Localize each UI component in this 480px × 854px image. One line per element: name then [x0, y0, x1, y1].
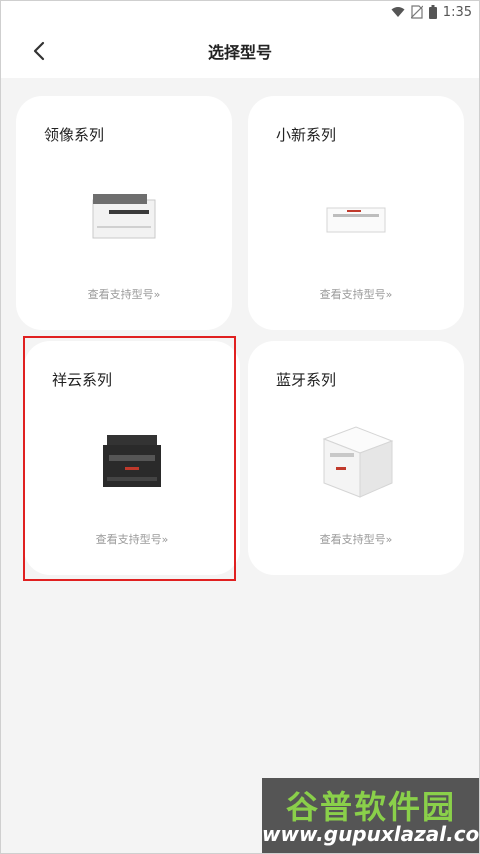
watermark-url: www.gupuxlazal.com [262, 822, 480, 846]
status-bar: 1:35 [0, 0, 480, 24]
series-card-bluetooth[interactable]: 蓝牙系列 查看支持型号» [248, 341, 464, 575]
series-card-lingxiang[interactable]: 领像系列 查看支持型号» [16, 96, 232, 330]
watermark: 谷普软件园 www.gupuxlazal.com [262, 778, 480, 854]
series-name: 祥云系列 [52, 371, 113, 389]
printer-image [322, 426, 394, 498]
series-name: 领像系列 [44, 126, 105, 144]
printer-image [326, 207, 386, 233]
status-time: 1:35 [442, 4, 472, 20]
page-title: 选择型号 [207, 43, 272, 62]
series-card-xiaoxin[interactable]: 小新系列 查看支持型号» [248, 96, 464, 330]
no-sim-icon [410, 5, 423, 19]
printer-image [103, 435, 161, 487]
chevron-left-icon [33, 41, 45, 61]
printer-image [92, 194, 156, 239]
back-button[interactable] [24, 36, 54, 66]
series-name: 小新系列 [276, 126, 337, 144]
view-supported-models-link[interactable]: 查看支持型号» [24, 531, 240, 547]
view-supported-models-link[interactable]: 查看支持型号» [16, 286, 232, 302]
view-supported-models-link[interactable]: 查看支持型号» [248, 531, 464, 547]
series-card-xiangyun[interactable]: 祥云系列 查看支持型号» [24, 341, 240, 575]
view-supported-models-link[interactable]: 查看支持型号» [248, 286, 464, 302]
header: 选择型号 [0, 24, 480, 78]
battery-icon [428, 5, 437, 19]
series-name: 蓝牙系列 [276, 371, 337, 389]
wifi-icon [391, 6, 405, 18]
